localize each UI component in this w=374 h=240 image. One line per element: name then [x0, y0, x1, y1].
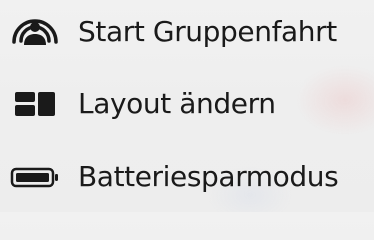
menu-item-start-group-ride[interactable]: Start Gruppenfahrt — [0, 9, 374, 69]
layout-grid-icon — [8, 86, 62, 122]
menu-item-label: Batteriesparmodus — [78, 160, 339, 193]
menu-item-label: Start Gruppenfahrt — [78, 15, 337, 48]
menu-item-label: Layout ändern — [78, 87, 276, 120]
menu-item-battery-saver[interactable]: Batteriesparmodus — [0, 146, 374, 206]
group-ride-icon — [8, 14, 62, 50]
context-menu: Start Gruppenfahrt Layout ändern Batteri… — [0, 0, 374, 212]
battery-icon — [8, 159, 62, 195]
menu-item-change-layout[interactable]: Layout ändern — [0, 76, 374, 136]
